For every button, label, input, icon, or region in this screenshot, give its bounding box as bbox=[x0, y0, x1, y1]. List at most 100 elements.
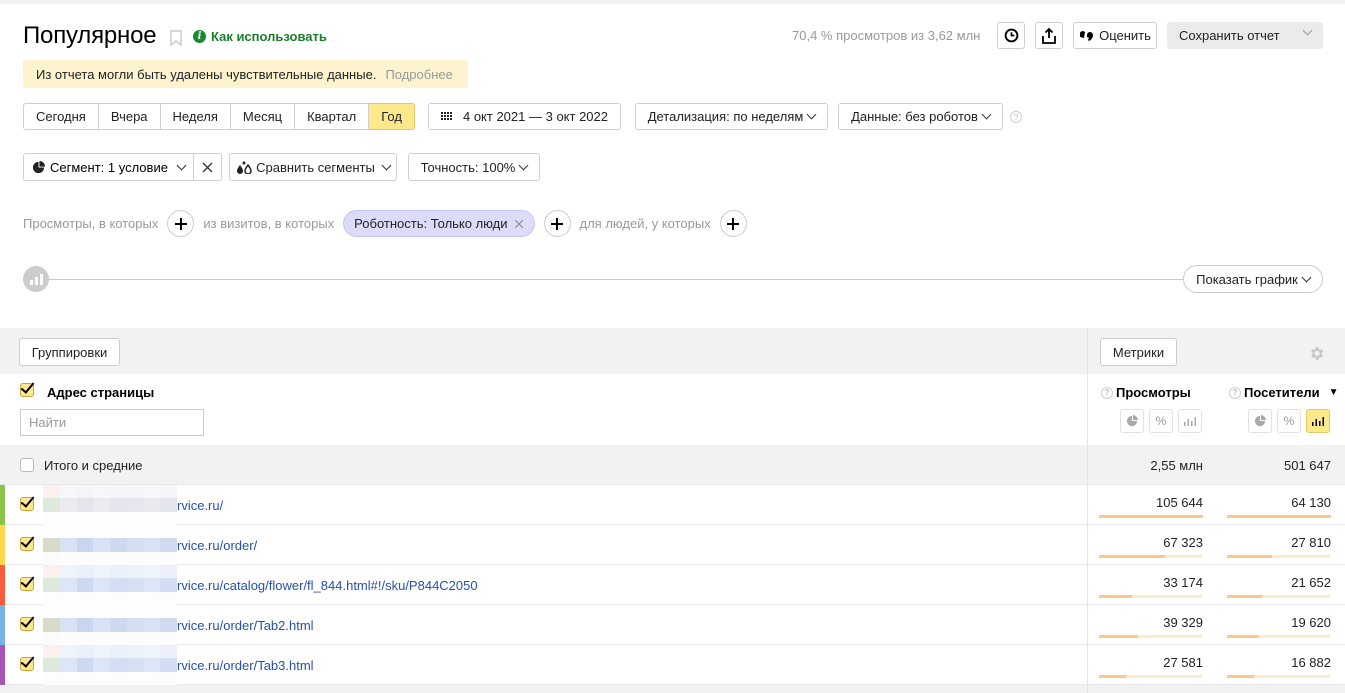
row-url-link[interactable]: rvice.ru/catalog/flower/fl_844.html#!/sk… bbox=[177, 578, 478, 593]
sensitive-data-warning: Из отчета могли быть удалены чувствитель… bbox=[23, 60, 468, 88]
row-visitors-bar bbox=[1227, 595, 1331, 598]
robot-filter-chip[interactable]: Роботность: Только люди bbox=[343, 210, 535, 237]
date-range-button[interactable]: 4 окт 2021 — 3 окт 2022 bbox=[428, 103, 621, 130]
search-input[interactable] bbox=[20, 409, 204, 436]
row-visitors-bar-fill bbox=[1227, 515, 1331, 518]
data-filter-label: Данные: без роботов bbox=[851, 109, 978, 124]
visitors-percent-toggle[interactable]: % bbox=[1277, 409, 1301, 433]
visits-condition-label: из визитов, в которых bbox=[203, 216, 335, 231]
groupings-button[interactable]: Группировки bbox=[19, 338, 120, 366]
pie-chart-icon bbox=[32, 160, 45, 173]
row-views-bar-fill bbox=[1099, 515, 1203, 518]
row-views-bar-fill bbox=[1099, 595, 1132, 598]
row-checkbox[interactable] bbox=[20, 617, 34, 631]
gear-icon[interactable] bbox=[1308, 345, 1325, 362]
period-year[interactable]: Год bbox=[369, 103, 415, 130]
metric-header-views[interactable]: ? Просмотры bbox=[1101, 385, 1191, 400]
accuracy-dropdown[interactable]: Точность: 100% bbox=[408, 153, 540, 181]
metric-header-visitors-label: Посетители bbox=[1244, 385, 1320, 400]
row-checkbox[interactable] bbox=[20, 577, 34, 591]
add-people-condition-button[interactable] bbox=[719, 210, 747, 237]
add-views-condition-button[interactable] bbox=[167, 210, 195, 237]
help-icon[interactable]: ? bbox=[1229, 386, 1241, 399]
percent-icon: % bbox=[1155, 414, 1167, 428]
row-url-link[interactable]: rvice.ru/order/Tab2.html bbox=[177, 618, 314, 633]
metrics-button[interactable]: Метрики bbox=[1100, 338, 1177, 366]
row-checkbox[interactable] bbox=[20, 497, 34, 511]
bookmark-icon[interactable] bbox=[170, 30, 182, 46]
pie-chart-icon bbox=[1254, 415, 1266, 427]
period-month[interactable]: Месяц bbox=[230, 103, 296, 130]
redacted-url-prefix bbox=[43, 605, 177, 645]
period-yesterday[interactable]: Вчера bbox=[98, 103, 161, 130]
history-button[interactable] bbox=[997, 22, 1025, 49]
redacted-url-prefix bbox=[43, 565, 177, 605]
close-icon bbox=[202, 162, 213, 172]
segment-dropdown[interactable]: Сегмент: 1 условие bbox=[23, 153, 194, 181]
segment-group: Сегмент: 1 условие bbox=[23, 153, 222, 181]
compare-segments-dropdown[interactable]: Сравнить сегменты bbox=[229, 153, 397, 181]
row-visitors-value: 64 130 bbox=[1291, 495, 1331, 510]
row-checkbox[interactable] bbox=[20, 537, 34, 551]
period-quarter[interactable]: Квартал bbox=[295, 103, 370, 130]
chevron-down-icon bbox=[1301, 272, 1312, 282]
table-footer bbox=[0, 685, 1345, 693]
bar-chart-icon bbox=[1184, 417, 1196, 426]
row-visitors-bar-fill bbox=[1227, 635, 1259, 638]
row-views-value: 67 323 bbox=[1163, 535, 1203, 550]
help-icon[interactable]: ? bbox=[1101, 386, 1113, 399]
visitors-bars-toggle[interactable] bbox=[1306, 409, 1330, 433]
quote-icon bbox=[1080, 31, 1094, 41]
warning-text: Из отчета могли быть удалены чувствитель… bbox=[36, 66, 377, 82]
table-row[interactable]: rvice.ru/catalog/flower/fl_844.html#!/sk… bbox=[0, 565, 1345, 605]
how-to-use-label: Как использовать bbox=[211, 29, 327, 44]
clock-icon bbox=[1004, 28, 1018, 43]
views-percent-toggle[interactable]: % bbox=[1149, 409, 1173, 433]
show-graph-label: Показать график bbox=[1196, 271, 1298, 287]
views-pie-toggle[interactable] bbox=[1120, 409, 1144, 433]
show-graph-button[interactable]: Показать график bbox=[1183, 265, 1323, 293]
help-icon[interactable]: ? bbox=[1010, 111, 1022, 123]
close-icon[interactable] bbox=[514, 219, 524, 229]
export-button[interactable] bbox=[1035, 22, 1063, 49]
pie-chart-icon bbox=[1126, 415, 1138, 427]
table-row[interactable]: rvice.ru/order/67 323 27 810 bbox=[0, 525, 1345, 565]
warning-more-link[interactable]: Подробнее bbox=[385, 67, 452, 82]
table-row[interactable]: rvice.ru/order/Tab3.html 27 581 16 882 bbox=[0, 645, 1345, 685]
save-report-label: Сохранить отчет bbox=[1179, 28, 1280, 43]
row-checkbox[interactable] bbox=[20, 657, 34, 671]
period-today[interactable]: Сегодня bbox=[23, 103, 99, 130]
totals-checkbox[interactable] bbox=[20, 458, 34, 472]
visitors-pie-toggle[interactable] bbox=[1248, 409, 1272, 433]
row-url-link[interactable]: rvice.ru/order/Tab3.html bbox=[177, 658, 314, 673]
column-divider bbox=[1087, 328, 1088, 693]
info-icon: i bbox=[193, 30, 206, 43]
row-url-link[interactable]: rvice.ru/ bbox=[177, 498, 223, 513]
redacted-url-prefix bbox=[43, 645, 177, 685]
rate-label: Оценить bbox=[1099, 28, 1151, 43]
row-views-bar bbox=[1099, 515, 1203, 518]
segment-label: Сегмент: 1 условие bbox=[50, 159, 168, 175]
detail-dropdown[interactable]: Детализация: по неделям bbox=[635, 103, 828, 130]
add-visits-condition-button[interactable] bbox=[543, 210, 571, 237]
period-week[interactable]: Неделя bbox=[160, 103, 231, 130]
chevron-down-icon bbox=[1302, 25, 1313, 36]
segment-clear-button[interactable] bbox=[193, 153, 222, 181]
save-report-button[interactable]: Сохранить отчет bbox=[1167, 22, 1323, 49]
row-color-marker bbox=[0, 485, 5, 525]
rate-button[interactable]: Оценить bbox=[1073, 22, 1157, 49]
table-row[interactable]: rvice.ru/order/Tab2.html 39 329 19 620 bbox=[0, 605, 1345, 645]
plus-icon bbox=[727, 217, 740, 230]
row-color-marker bbox=[0, 525, 5, 565]
how-to-use-link[interactable]: i Как использовать bbox=[193, 29, 327, 44]
metric-header-visitors[interactable]: ? Посетители ▼ bbox=[1229, 385, 1339, 400]
views-bars-toggle[interactable] bbox=[1178, 409, 1202, 433]
data-filter-dropdown[interactable]: Данные: без роботов bbox=[838, 103, 1003, 130]
row-visitors-bar bbox=[1227, 635, 1331, 638]
sort-desc-icon[interactable]: ▼ bbox=[1329, 387, 1339, 398]
chart-icon[interactable] bbox=[23, 266, 49, 292]
table-row[interactable]: rvice.ru/105 644 64 130 bbox=[0, 485, 1345, 525]
row-views-bar bbox=[1099, 675, 1203, 678]
row-url-link[interactable]: rvice.ru/order/ bbox=[177, 538, 257, 553]
dimension-checkbox[interactable] bbox=[20, 383, 34, 397]
